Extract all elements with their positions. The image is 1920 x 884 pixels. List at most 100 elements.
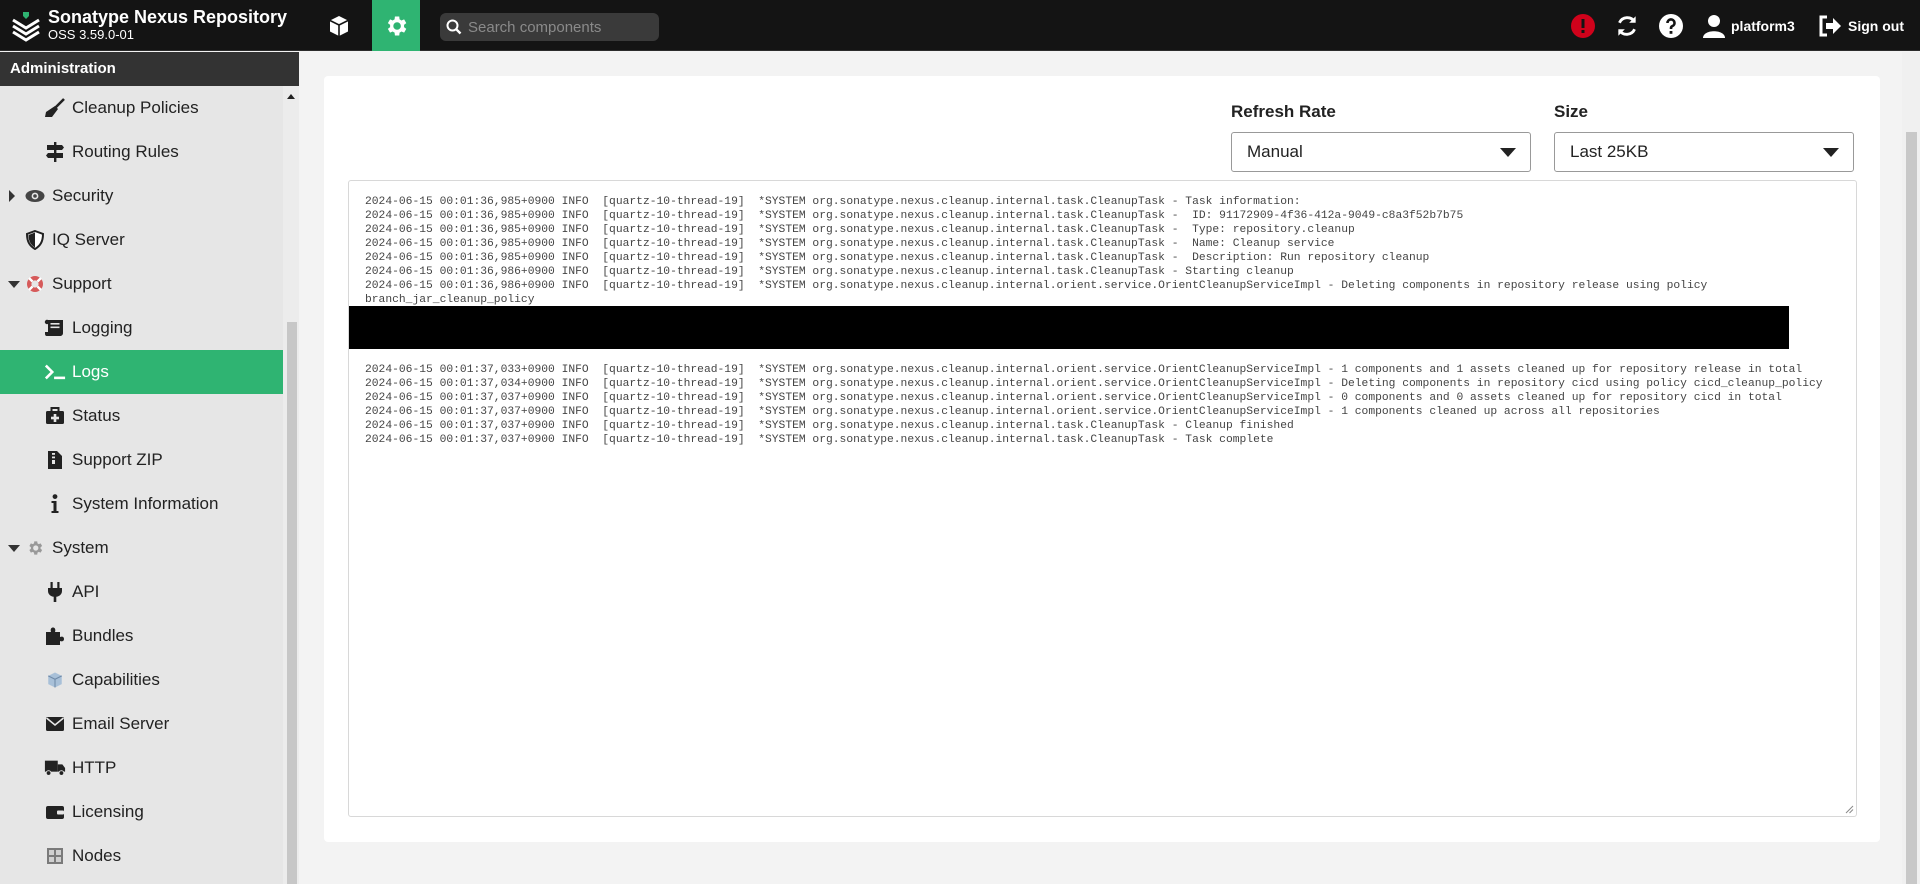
sidebar-item-support[interactable]: Support <box>0 262 283 306</box>
log-line: 2024-06-15 00:01:36,985+0900 INFO [quart… <box>365 196 1301 208</box>
plug-icon <box>44 581 66 603</box>
sidebar-item-licensing[interactable]: Licensing <box>0 790 283 834</box>
sign-out-label: Sign out <box>1848 17 1904 34</box>
refresh-button[interactable] <box>1614 0 1640 51</box>
sidebar-item-capabilities[interactable]: Capabilities <box>0 658 283 702</box>
size-select[interactable]: Last 25KB <box>1554 132 1854 172</box>
refresh-rate-label: Refresh Rate <box>1231 102 1336 121</box>
sidebar-item-email-server[interactable]: Email Server <box>0 702 283 746</box>
sidebar-item-http[interactable]: HTTP <box>0 746 283 790</box>
cube-icon <box>329 15 349 36</box>
search-box[interactable] <box>440 13 659 41</box>
size-value: Last 25KB <box>1570 142 1649 161</box>
sidebar-item-label: Licensing <box>72 802 144 821</box>
log-line: 2024-06-15 00:01:36,985+0900 INFO [quart… <box>365 238 1335 250</box>
sidebar-item-cleanup-policies[interactable]: Cleanup Policies <box>0 86 283 130</box>
sidebar-item-label: API <box>72 582 100 601</box>
collapse-caret-icon[interactable] <box>8 545 20 552</box>
sidebar-item-iq-server[interactable]: IQ Server <box>0 218 283 262</box>
sidebar-item-label: Status <box>72 406 121 425</box>
alert-button[interactable] <box>1570 0 1596 51</box>
puzzle-icon <box>44 625 66 647</box>
collapse-caret-icon[interactable] <box>8 281 20 288</box>
log-line: 2024-06-15 00:01:37,037+0900 INFO [quart… <box>365 434 1274 446</box>
expand-caret-icon[interactable] <box>9 190 15 202</box>
lifebuoy-icon <box>24 273 46 295</box>
sidebar-item-support-zip[interactable]: Support ZIP <box>0 438 283 482</box>
sidebar-item-label: Capabilities <box>72 670 160 689</box>
log-line: 2024-06-15 00:01:36,986+0900 INFO [quart… <box>365 280 1715 306</box>
sidebar-item-label: Security <box>52 186 114 205</box>
medkit-icon <box>44 405 66 427</box>
chevron-down-icon <box>1823 148 1839 157</box>
sidebar-item-label: Logging <box>72 318 133 337</box>
redaction-block <box>349 306 1789 349</box>
sidebar-item-label: Email Server <box>72 714 170 733</box>
user-icon <box>1703 14 1725 38</box>
log-line: 2024-06-15 00:01:36,985+0900 INFO [quart… <box>365 210 1464 222</box>
refresh-rate-select[interactable]: Manual <box>1231 132 1531 172</box>
user-menu[interactable]: platform3 <box>1703 0 1795 51</box>
wallet-icon <box>44 801 66 823</box>
sidebar-item-system[interactable]: System <box>0 526 283 570</box>
log-line: 2024-06-15 00:01:36,986+0900 INFO [quart… <box>365 266 1294 278</box>
sidebar-item-bundles[interactable]: Bundles <box>0 614 283 658</box>
administration-button[interactable] <box>372 0 420 51</box>
logs-panel: Refresh Rate Manual Size Last 25KB 2024-… <box>324 76 1880 842</box>
sidebar-item-system-information[interactable]: System Information <box>0 482 283 526</box>
sidebar-item-label: Logs <box>72 362 109 381</box>
sidebar-item-label: System <box>52 538 109 557</box>
scroll-up-icon[interactable] <box>287 94 295 99</box>
log-line: 2024-06-15 00:01:37,034+0900 INFO [quart… <box>365 378 1823 390</box>
main-scroll-thumb[interactable] <box>1906 132 1917 884</box>
admin-sidebar: Administration Cleanup Policies Routing … <box>0 52 299 884</box>
sidebar-scrollbar[interactable] <box>283 86 299 884</box>
envelope-icon <box>44 713 66 735</box>
search-icon <box>446 19 462 35</box>
sidebar-item-routing-rules[interactable]: Routing Rules <box>0 130 283 174</box>
sidebar-item-logs[interactable]: Logs <box>0 350 283 394</box>
signpost-icon <box>44 141 66 163</box>
resize-handle-icon[interactable] <box>1844 804 1854 814</box>
terminal-icon <box>44 361 66 383</box>
sidebar-item-nodes[interactable]: Nodes <box>0 834 283 878</box>
username: platform3 <box>1731 17 1795 34</box>
log-viewer[interactable]: 2024-06-15 00:01:36,985+0900 INFO [quart… <box>348 180 1857 817</box>
sidebar-item-label: System Information <box>72 494 219 513</box>
log-line: 2024-06-15 00:01:37,037+0900 INFO [quart… <box>365 420 1294 432</box>
gear-icon <box>387 15 407 36</box>
refresh-icon <box>1618 15 1636 36</box>
log-line: 2024-06-15 00:01:37,037+0900 INFO [quart… <box>365 406 1660 418</box>
cube-icon <box>44 669 66 691</box>
sidebar-item-logging[interactable]: Logging <box>0 306 283 350</box>
log-line: 2024-06-15 00:01:37,037+0900 INFO [quart… <box>365 392 1782 404</box>
sidebar-item-label: Nodes <box>72 846 122 865</box>
sidebar-item-security[interactable]: Security <box>0 174 283 218</box>
broom-icon <box>44 97 66 119</box>
browse-button[interactable] <box>315 0 363 51</box>
scroll-icon <box>44 317 66 339</box>
shield-icon <box>24 229 46 251</box>
eye-icon <box>24 185 46 207</box>
app-version: OSS 3.59.0-01 <box>48 27 134 42</box>
info-icon <box>44 493 66 515</box>
sidebar-item-label: HTTP <box>72 758 117 777</box>
help-icon <box>1659 13 1683 38</box>
search-input[interactable] <box>468 18 648 36</box>
refresh-rate-value: Manual <box>1247 142 1303 161</box>
top-header: Sonatype Nexus Repository OSS 3.59.0-01 <box>0 0 1920 51</box>
sidebar-item-status[interactable]: Status <box>0 394 283 438</box>
sidebar-item-api[interactable]: API <box>0 570 283 614</box>
size-label: Size <box>1554 102 1589 121</box>
brand[interactable]: Sonatype Nexus Repository OSS 3.59.0-01 <box>10 6 287 46</box>
alert-icon <box>1571 13 1595 38</box>
main-scrollbar[interactable] <box>1902 52 1920 884</box>
sidebar-scroll-thumb[interactable] <box>287 322 297 884</box>
file-zip-icon <box>44 449 66 471</box>
truck-icon <box>44 757 66 779</box>
help-button[interactable] <box>1658 0 1684 51</box>
chevron-down-icon <box>1500 148 1516 157</box>
sidebar-item-label: Bundles <box>72 626 134 645</box>
sign-out-button[interactable]: Sign out <box>1818 0 1904 51</box>
log-line: 2024-06-15 00:01:36,985+0900 INFO [quart… <box>365 252 1430 264</box>
